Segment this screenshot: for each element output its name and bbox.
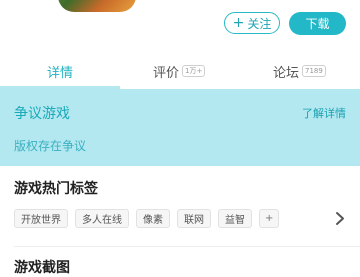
- tab-forum-label: 论坛: [273, 65, 300, 81]
- tab-details[interactable]: 详情: [47, 54, 73, 88]
- tab-reviews[interactable]: 评价 1万+: [153, 54, 206, 88]
- tag-item[interactable]: 开放世界: [14, 209, 68, 228]
- section-divider: [14, 246, 360, 247]
- tab-reviews-label: 评价: [153, 65, 180, 81]
- tab-details-label: 详情: [47, 65, 74, 81]
- tag-item[interactable]: 益智: [218, 209, 252, 228]
- chevron-right-icon[interactable]: [334, 209, 346, 228]
- banner-title: 争议游戏: [14, 106, 70, 122]
- tag-item[interactable]: 多人在线: [75, 209, 129, 228]
- add-tag-button[interactable]: +: [259, 209, 280, 228]
- tab-forum[interactable]: 论坛 7189: [273, 54, 326, 88]
- tag-list: 开放世界 多人在线 像素 联网 益智 +: [14, 209, 280, 228]
- plus-icon: +: [232, 15, 245, 31]
- tag-item[interactable]: 像素: [136, 209, 170, 228]
- app-icon: [58, 0, 136, 12]
- learn-more-link[interactable]: 了解详情: [302, 105, 346, 121]
- tab-bar: 详情 评价 1万+ 论坛 7189: [0, 54, 360, 88]
- download-button[interactable]: 下载: [289, 12, 346, 35]
- forum-count-badge: 7189: [302, 65, 326, 77]
- tags-section-title: 游戏热门标签: [14, 181, 98, 197]
- follow-button[interactable]: + 关注: [224, 12, 280, 34]
- tag-item[interactable]: 联网: [177, 209, 211, 228]
- banner-subtitle: 版权存在争议: [14, 139, 87, 153]
- controversy-banner: 争议游戏 了解详情 版权存在争议: [0, 89, 360, 166]
- screenshots-section-title: 游戏截图: [14, 260, 70, 276]
- download-label: 下载: [305, 17, 330, 31]
- reviews-count-badge: 1万+: [182, 65, 206, 77]
- follow-label: 关注: [247, 16, 272, 31]
